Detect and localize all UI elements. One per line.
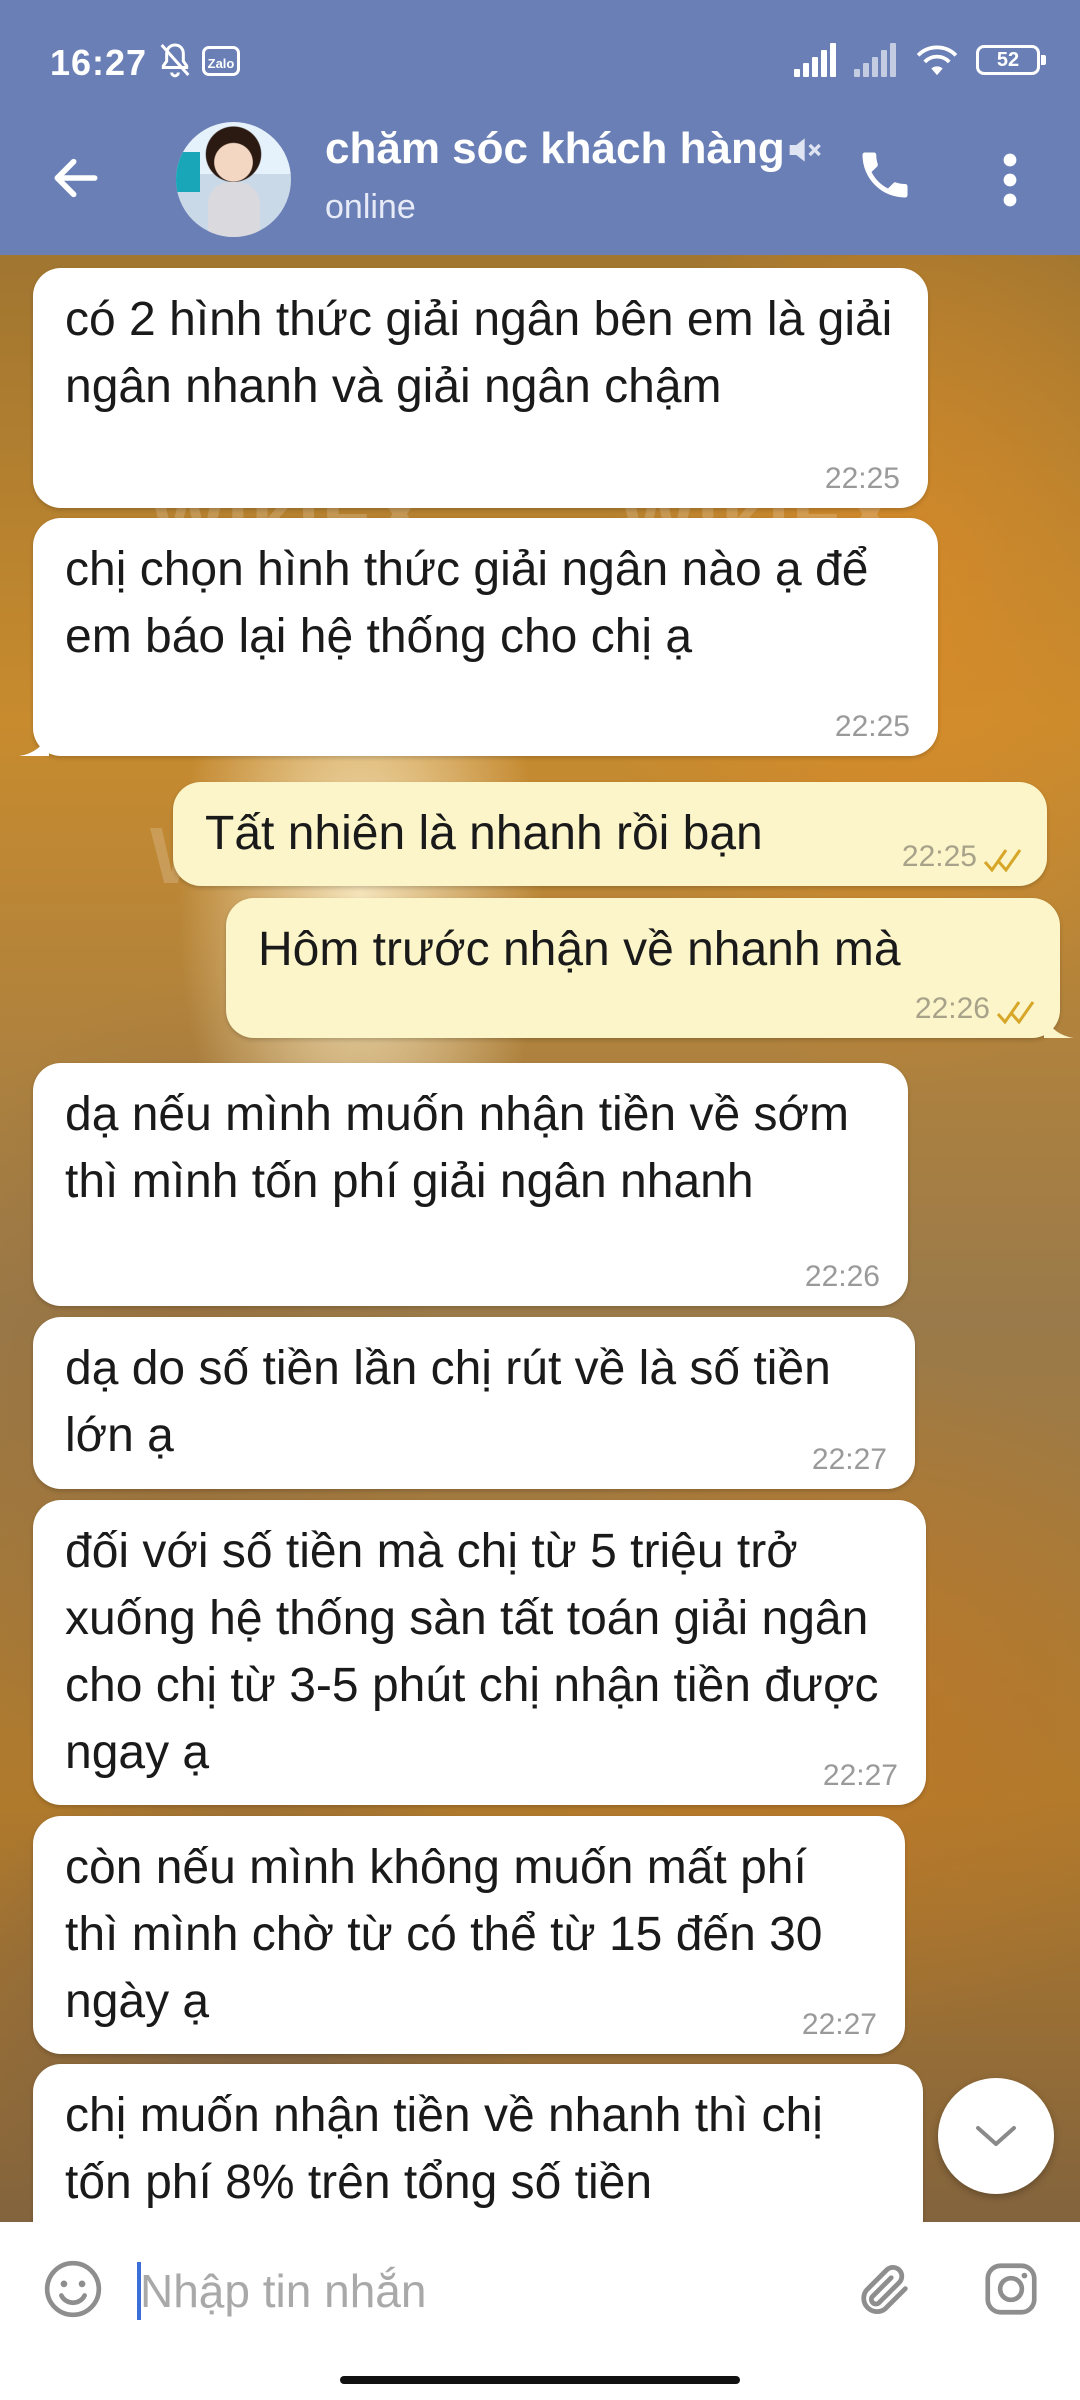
- message-time: 22:25: [834, 710, 910, 743]
- message-bubble[interactable]: chị chọn hình thức giải ngân nào ạ để em…: [19, 518, 938, 756]
- chevron-down-icon: [976, 2126, 1016, 2146]
- bubble-tail: [19, 730, 49, 756]
- status-time: 16:27: [50, 42, 148, 83]
- message-text: dạ nếu mình muốn nhận tiền về sớm thì mì…: [65, 1088, 849, 1208]
- more-vertical-icon[interactable]: [995, 150, 1025, 210]
- double-check-icon: [996, 1001, 1035, 1025]
- double-check-icon: [983, 849, 1022, 873]
- message-time: 22:27: [811, 1443, 887, 1476]
- message-bubble[interactable]: dạ nếu mình muốn nhận tiền về sớm thì mì…: [33, 1063, 908, 1306]
- battery-icon: 52: [976, 45, 1046, 75]
- message-bubble[interactable]: Tất nhiên là nhanh rồi bạn 22:25: [173, 782, 1047, 886]
- message-bubble[interactable]: đối với số tiền mà chị từ 5 triệu trở xu…: [33, 1500, 926, 1805]
- message-text: dạ do số tiền lần chị rút về là số tiền …: [65, 1342, 831, 1462]
- home-indicator[interactable]: [340, 2376, 740, 2384]
- instagram-camera-icon[interactable]: [980, 2258, 1042, 2320]
- message-text: chị chọn hình thức giải ngân nào ạ để em…: [65, 543, 869, 663]
- muted-speaker-icon: [789, 138, 821, 162]
- message-time: 22:26: [914, 992, 990, 1025]
- message-text: đối với số tiền mà chị từ 5 triệu trở xu…: [65, 1525, 879, 1779]
- signal-icon: [794, 43, 838, 77]
- contact-status: online: [325, 188, 416, 226]
- message-bubble[interactable]: có 2 hình thức giải ngân bên em là giải …: [33, 268, 928, 508]
- message-bubble[interactable]: còn nếu mình không muốn mất phí thì mình…: [33, 1816, 905, 2054]
- message-text: Tất nhiên là nhanh rồi bạn: [205, 807, 763, 860]
- contact-name[interactable]: chăm sóc khách hàng: [325, 124, 785, 174]
- message-time: 22:26: [804, 1260, 880, 1293]
- message-text: còn nếu mình không muốn mất phí thì mình…: [65, 1841, 823, 2028]
- status-icons: 52: [794, 40, 1046, 80]
- message-bubble[interactable]: dạ do số tiền lần chị rút về là số tiền …: [33, 1317, 915, 1489]
- message-time: 22:27: [801, 2008, 877, 2041]
- back-arrow-icon[interactable]: [48, 150, 104, 206]
- zalo-notification-icon: Zalo: [202, 46, 240, 76]
- message-time: 22:25: [901, 840, 977, 873]
- contact-avatar[interactable]: [176, 122, 291, 237]
- scroll-to-bottom-button[interactable]: [938, 2078, 1054, 2194]
- message-composer: Nhập tin nhắn: [0, 2222, 1080, 2400]
- message-bubble[interactable]: Hôm trước nhận về nhanh mà 22:26: [226, 898, 1074, 1038]
- bubble-tail: [1044, 1012, 1074, 1038]
- message-time: 22:27: [822, 1759, 898, 1792]
- emoji-icon[interactable]: [42, 2258, 104, 2320]
- message-input[interactable]: Nhập tin nhắn: [140, 2264, 426, 2318]
- message-time: 22:25: [824, 462, 900, 495]
- message-text: Hôm trước nhận về nhanh mà: [258, 923, 901, 976]
- phone-call-icon[interactable]: [855, 145, 915, 205]
- wifi-icon: [916, 45, 958, 76]
- message-text: có 2 hình thức giải ngân bên em là giải …: [65, 293, 893, 413]
- bell-off-icon: [160, 43, 190, 78]
- message-text: chị muốn nhận tiền về nhanh thì chị tốn …: [65, 2089, 823, 2209]
- chat-header: 16:27 Zalo 52 chăm sóc khách hàng online: [0, 0, 1080, 255]
- paperclip-icon[interactable]: [852, 2258, 916, 2322]
- signal-icon: [854, 43, 898, 77]
